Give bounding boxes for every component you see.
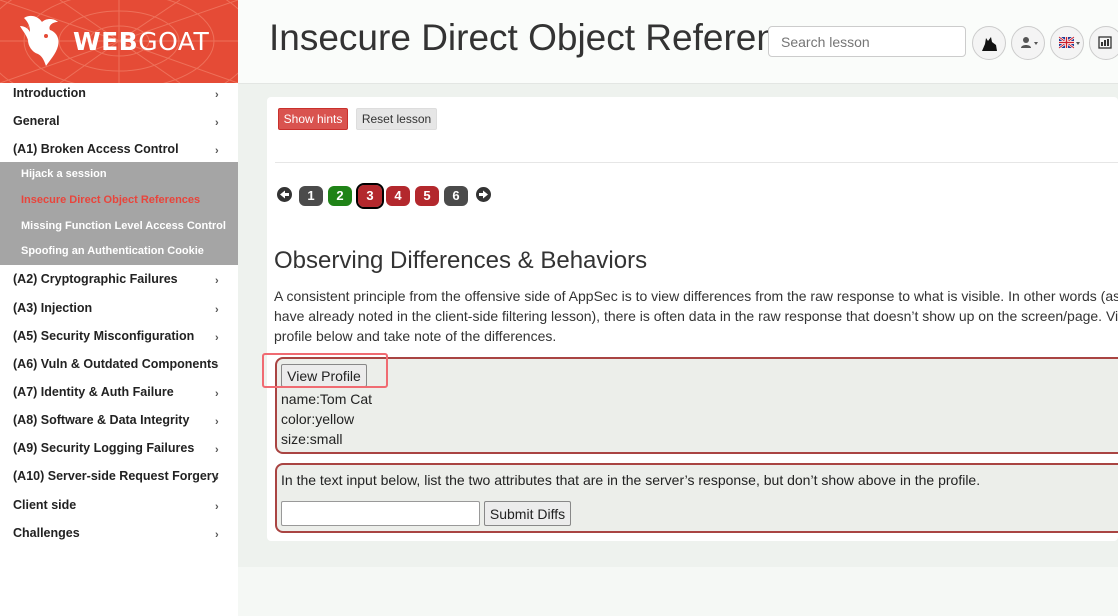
chevron-right-icon: › — [215, 529, 219, 541]
highlight-annotation — [262, 353, 388, 388]
submenu-item-idor[interactable]: Insecure Direct Object References — [21, 194, 200, 206]
logo-text: WEBGOAT — [73, 27, 210, 56]
webgoat-logo[interactable]: WEBGOAT — [0, 0, 238, 83]
chevron-right-icon: › — [215, 388, 219, 400]
sidebar-item-vuln-components[interactable]: (A6) Vuln & Outdated Components › — [0, 354, 238, 382]
user-icon — [1021, 37, 1038, 48]
sidebar-item-introduction[interactable]: Introduction › — [0, 83, 238, 111]
sidebar-item-client-side[interactable]: Client side › — [0, 495, 238, 523]
sidebar-item-label: (A10) Server-side Request Forgery — [13, 469, 219, 483]
chevron-right-icon: › — [215, 501, 219, 513]
sidebar-submenu: Hijack a session Insecure Direct Object … — [0, 162, 238, 265]
section-title: Observing Differences & Behaviors — [274, 247, 648, 274]
sidebar-item-label: (A7) Identity & Auth Failure — [13, 385, 174, 399]
sidebar-item-challenges[interactable]: Challenges › — [0, 523, 238, 551]
report-card-button[interactable] — [1089, 26, 1118, 60]
chevron-right-icon: › — [215, 89, 219, 101]
paragraph-line: profile below and take note of the diffe… — [274, 328, 557, 344]
sidebar-item-label: (A1) Broken Access Control — [13, 142, 179, 156]
show-hints-button[interactable]: Show hints — [278, 108, 348, 130]
lesson-paragraph: A consistent principle from the offensiv… — [274, 286, 1118, 346]
sidebar-item-logging-failures[interactable]: (A9) Security Logging Failures › — [0, 438, 238, 466]
chevron-right-icon: › — [215, 275, 219, 287]
goat-icon — [20, 15, 59, 66]
paragraph-line: A consistent principle from the offensiv… — [274, 288, 1118, 304]
sidebar-item-label: Introduction — [13, 86, 86, 100]
sidebar-item-cryptographic-failures[interactable]: (A2) Cryptographic Failures › — [0, 269, 238, 297]
next-page-button[interactable] — [476, 187, 491, 202]
user-menu-button[interactable] — [1011, 26, 1045, 60]
profile-color: color:yellow — [281, 411, 355, 427]
sidebar-item-label: (A2) Cryptographic Failures — [13, 272, 178, 286]
sidebar-item-label: Challenges — [13, 526, 80, 540]
page-title: Insecure Direct Object Reference — [269, 17, 779, 58]
paragraph-line: have already noted in the client-side fi… — [274, 308, 1118, 324]
page-button-4[interactable]: 4 — [386, 186, 410, 206]
submit-diffs-button[interactable]: Submit Diffs — [484, 501, 571, 526]
prev-page-button[interactable] — [277, 187, 292, 202]
header: Insecure Direct Object Reference — [238, 0, 1118, 84]
page-button-6[interactable]: 6 — [444, 186, 468, 206]
chevron-right-icon: › — [215, 472, 219, 484]
arrow-left-icon — [280, 190, 289, 199]
sidebar-item-general[interactable]: General › — [0, 111, 238, 139]
sidebar-item-identity-auth[interactable]: (A7) Identity & Auth Failure › — [0, 382, 238, 410]
page-button-1[interactable]: 1 — [299, 186, 323, 206]
wolf-button[interactable] — [972, 26, 1006, 60]
page-button-5[interactable]: 5 — [415, 186, 439, 206]
sidebar-item-label: (A6) Vuln & Outdated Components — [13, 357, 219, 371]
sidebar-item-security-misconfiguration[interactable]: (A5) Security Misconfiguration › — [0, 326, 238, 354]
page-button-3-current[interactable]: 3 — [356, 183, 384, 209]
sidebar-item-ssrf[interactable]: (A10) Server-side Request Forgery › — [0, 466, 238, 494]
sidebar-item-injection[interactable]: (A3) Injection › — [0, 298, 238, 326]
divider — [275, 162, 1118, 163]
chevron-right-icon: › — [215, 416, 219, 428]
chevron-right-icon: › — [215, 117, 219, 129]
chevron-right-icon: › — [215, 304, 219, 316]
bar-chart-icon — [1098, 36, 1112, 49]
submenu-item-spoofing-cookie[interactable]: Spoofing an Authentication Cookie — [21, 245, 204, 257]
search-input[interactable] — [768, 26, 966, 57]
submenu-item-missing-function-level[interactable]: Missing Function Level Access Control — [21, 220, 226, 232]
chevron-right-icon: › — [215, 444, 219, 456]
chevron-right-icon: › — [215, 145, 219, 157]
diff-attributes-input[interactable] — [281, 501, 480, 526]
sidebar: Introduction › General › (A1) Broken Acces… — [0, 83, 238, 616]
arrow-right-icon — [479, 190, 488, 199]
submenu-item-hijack-session[interactable]: Hijack a session — [21, 168, 107, 180]
language-button[interactable] — [1050, 26, 1084, 60]
diff-instruction: In the text input below, list the two at… — [281, 472, 981, 488]
uk-flag-icon — [1058, 35, 1080, 50]
wolf-icon — [982, 37, 997, 51]
chevron-right-icon: › — [215, 332, 219, 344]
profile-size: size:small — [281, 431, 343, 447]
sidebar-item-label: (A3) Injection — [13, 301, 93, 315]
chevron-right-icon: › — [215, 360, 219, 372]
sidebar-item-label: (A9) Security Logging Failures — [13, 441, 195, 455]
profile-name: name:Tom Cat — [281, 391, 373, 407]
sidebar-item-software-integrity[interactable]: (A8) Software & Data Integrity › — [0, 410, 238, 438]
sidebar-item-label: (A8) Software & Data Integrity — [13, 413, 190, 427]
sidebar-item-label: General — [13, 114, 60, 128]
reset-lesson-button[interactable]: Reset lesson — [356, 108, 437, 130]
profile-box — [275, 357, 1118, 454]
page-button-2[interactable]: 2 — [328, 186, 352, 206]
sidebar-item-label: (A5) Security Misconfiguration — [13, 329, 195, 343]
sidebar-item-label: Client side — [13, 498, 77, 512]
